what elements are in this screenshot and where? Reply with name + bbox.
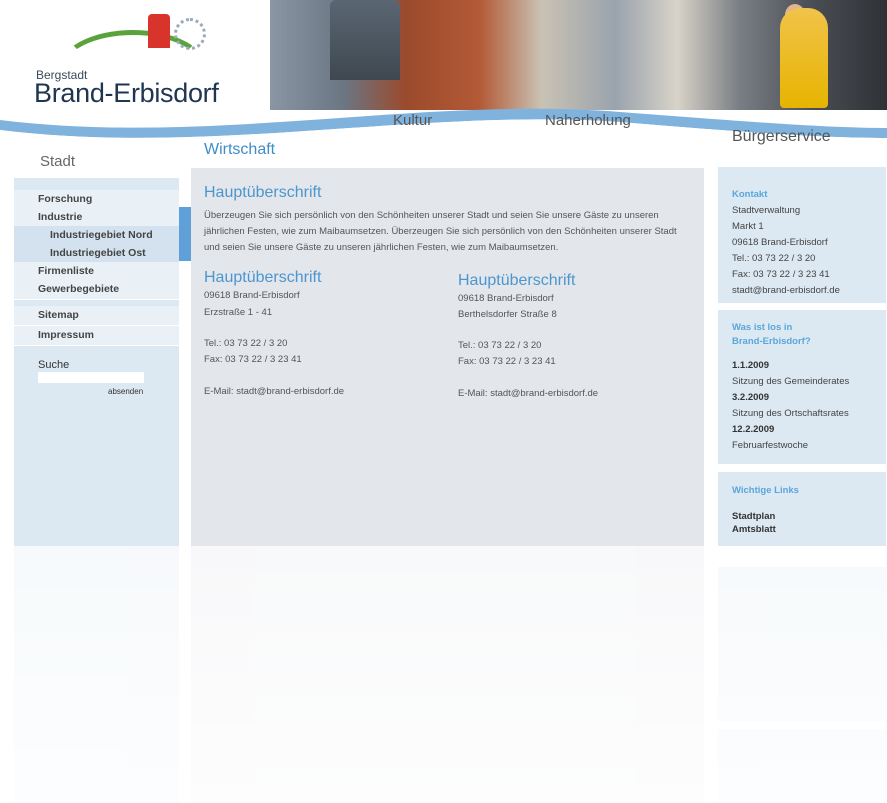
contact-line: 09618 Brand-Erbisdorf	[732, 237, 828, 248]
link-stadtplan[interactable]: Stadtplan	[732, 511, 775, 522]
sidebar-item-industriegebiet-ost[interactable]: Industriegebiet Ost	[14, 244, 179, 264]
column1-street: Erzstraße 1 - 41	[204, 307, 273, 318]
column2-fax: Fax: 03 73 22 / 3 23 41	[458, 356, 556, 367]
logo-title[interactable]: Brand-Erbisdorf	[34, 78, 219, 109]
link-amtsblatt[interactable]: Amtsblatt	[732, 524, 776, 535]
main-heading: Hauptüberschrift	[204, 184, 322, 201]
event-title[interactable]: Sitzung des Ortschaftsrates	[732, 408, 849, 419]
sidebar-item-label: Industriegebiet Nord	[50, 229, 153, 241]
sidebar-item-industriegebiet-nord[interactable]: Industriegebiet Nord	[14, 226, 179, 246]
column1-fax: Fax: 03 73 22 / 3 23 41	[204, 354, 302, 365]
event-date: 12.2.2009	[732, 424, 775, 435]
events-heading-line2: Brand-Erbisdorf?	[732, 336, 811, 347]
sidebar-item-industrie[interactable]: Industrie	[14, 208, 179, 228]
logo-gear-icon	[174, 18, 206, 50]
sidebar-item-label: Sitemap	[38, 309, 79, 321]
sidebar-item-label: Industrie	[38, 211, 83, 223]
column2-heading: Hauptüberschrift	[458, 272, 576, 289]
nav-naherholung[interactable]: Naherholung	[545, 112, 631, 129]
column1-tel: Tel.: 03 73 22 / 3 20	[204, 338, 288, 349]
event-date: 3.2.2009	[732, 392, 769, 403]
column2-street: Berthelsdorfer Straße 8	[458, 309, 557, 320]
sidebar-item-firmenliste[interactable]: Firmenliste	[14, 262, 179, 282]
sidebar-item-forschung[interactable]: Forschung	[14, 190, 179, 210]
sidebar-item-sitemap[interactable]: Sitemap	[14, 306, 179, 326]
breadcrumb: Wirtschaft	[204, 141, 276, 158]
nav-stadt[interactable]: Stadt	[40, 153, 75, 170]
logo-tower-icon	[148, 14, 170, 48]
sidebar-item-label: Gewerbegebiete	[38, 283, 120, 295]
nav-kultur[interactable]: Kultur	[393, 112, 432, 129]
contact-line: Tel.: 03 73 22 / 3 20	[732, 253, 816, 264]
column1-email[interactable]: E-Mail: stadt@brand-erbisdorf.de	[204, 386, 344, 397]
nav-buergerservice[interactable]: Bürgerservice	[732, 128, 831, 146]
column2-email[interactable]: E-Mail: stadt@brand-erbisdorf.de	[458, 388, 598, 399]
links-heading: Wichtige Links	[732, 485, 799, 496]
contact-heading: Kontakt	[732, 189, 768, 200]
event-date: 1.1.2009	[732, 360, 769, 371]
page-reflection	[0, 546, 887, 803]
contact-line: Stadtverwaltung	[732, 205, 801, 216]
column2-tel: Tel.: 03 73 22 / 3 20	[458, 340, 542, 351]
column1-city: 09618 Brand-Erbisdorf	[204, 290, 300, 301]
contact-line: Markt 1	[732, 221, 764, 232]
contact-email[interactable]: stadt@brand-erbisdorf.de	[732, 285, 840, 296]
main-text: Überzeugen Sie sich persönlich von den S…	[204, 210, 677, 253]
sidebar-item-label: Forschung	[38, 193, 93, 205]
reflection-fade	[0, 546, 887, 803]
column2-city: 09618 Brand-Erbisdorf	[458, 293, 554, 304]
tower-photo	[330, 0, 400, 80]
search-label: Suche	[38, 359, 70, 371]
events-heading-line1: Was ist los in	[732, 322, 793, 333]
sidebar-item-impressum[interactable]: Impressum	[14, 326, 179, 346]
contact-line: Fax: 03 73 22 / 3 23 41	[732, 269, 830, 280]
column1-heading: Hauptüberschrift	[204, 269, 322, 286]
contact-box	[718, 167, 886, 303]
sidebar-item-label: Impressum	[38, 329, 95, 341]
event-title[interactable]: Sitzung des Gemeinderates	[732, 376, 849, 387]
sidebar-item-gewerbegebiete[interactable]: Gewerbegebiete	[14, 280, 179, 300]
worker-photo	[780, 8, 828, 108]
search-submit-button[interactable]: absenden	[108, 387, 143, 396]
search-input[interactable]	[38, 372, 144, 383]
sidebar-item-label: Firmenliste	[38, 265, 95, 277]
sidebar-item-label: Industriegebiet Ost	[50, 247, 146, 259]
active-indicator	[179, 207, 191, 261]
event-title[interactable]: Februarfestwoche	[732, 440, 808, 451]
